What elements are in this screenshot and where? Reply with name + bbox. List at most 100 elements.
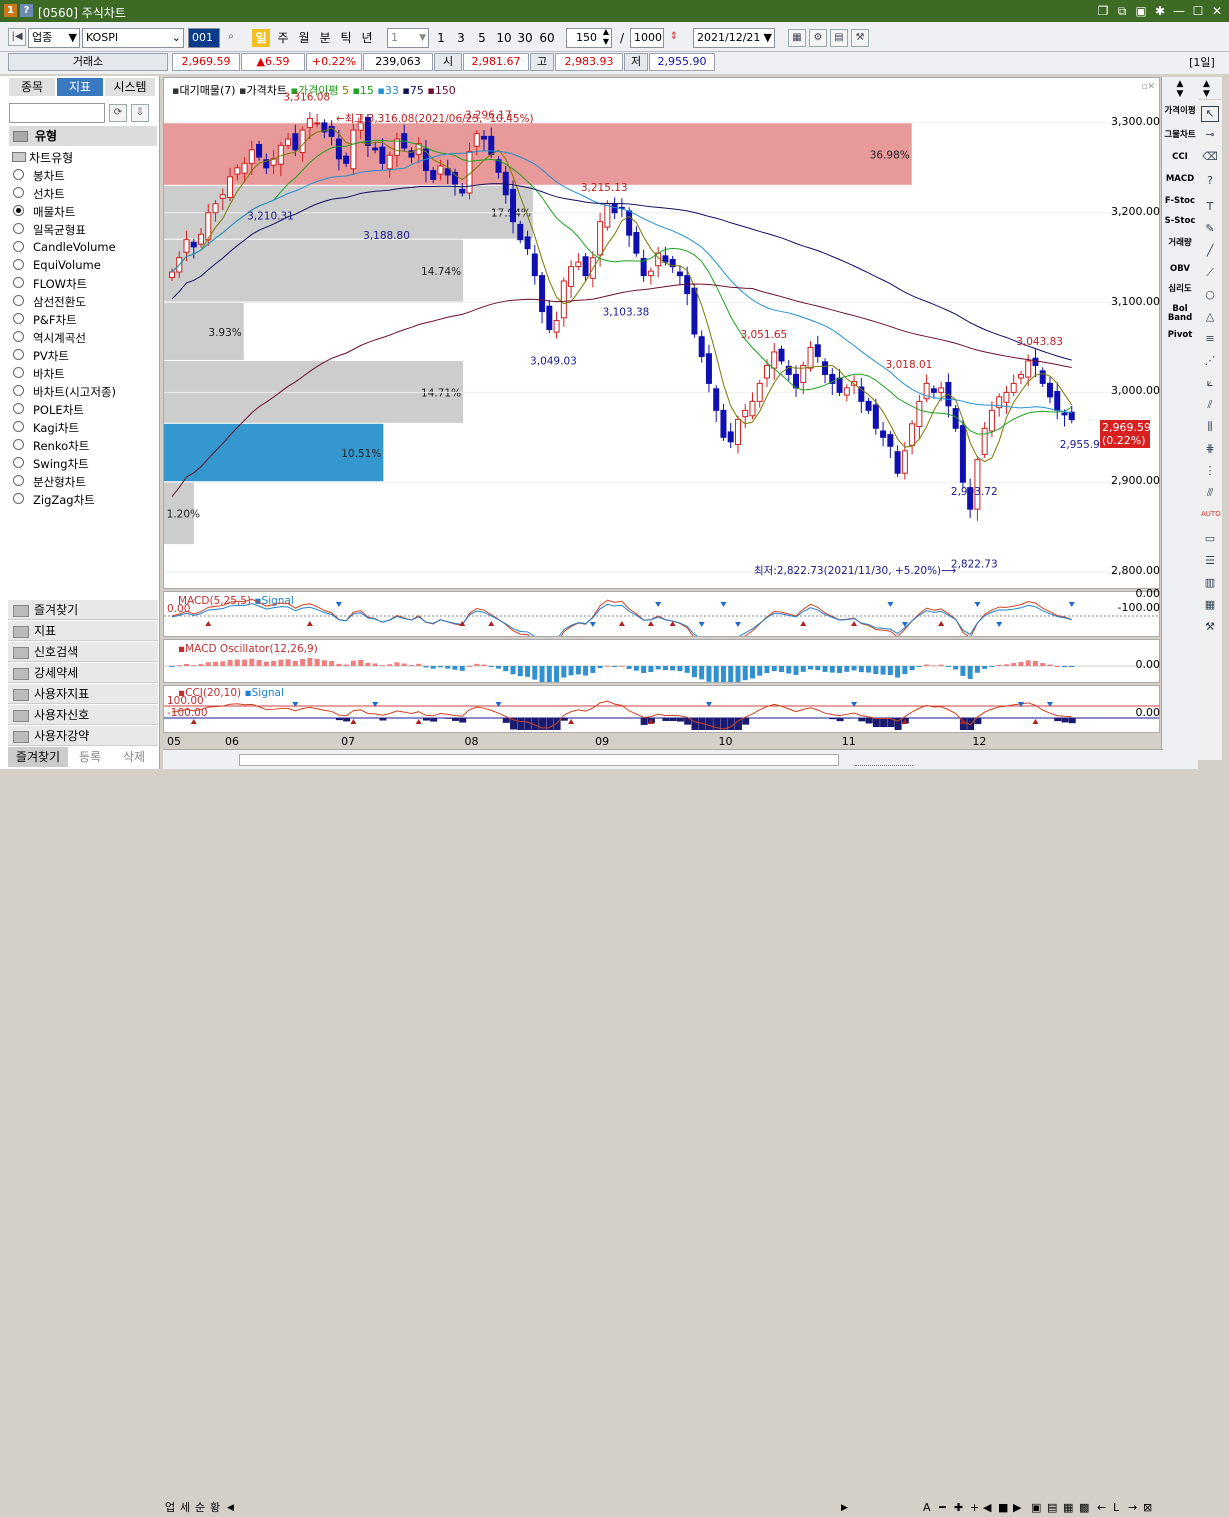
chart-type-option[interactable]: Swing차트 — [33, 456, 89, 472]
radio-icon[interactable] — [13, 367, 24, 378]
max-count-input[interactable]: 1000 — [630, 28, 664, 48]
list-icon[interactable]: ☰ — [1201, 554, 1219, 570]
next-icon[interactable]: ▶ — [1013, 1499, 1021, 1517]
search-icon[interactable]: ⌕ — [222, 29, 240, 47]
maximize-icon[interactable]: ☐ — [1190, 3, 1206, 19]
auto-icon[interactable]: AUTO — [1201, 510, 1219, 526]
radio-icon[interactable] — [13, 169, 24, 180]
radio-icon[interactable] — [13, 205, 24, 216]
indicator-tool-button[interactable]: 거래량 — [1164, 239, 1196, 248]
group-chart-type[interactable]: 차트유형 — [12, 149, 73, 166]
radio-icon[interactable] — [13, 187, 24, 198]
indicator-tool-button[interactable]: OBV — [1164, 265, 1196, 274]
radio-icon[interactable] — [13, 493, 24, 504]
channel-icon[interactable]: ≡ — [1201, 332, 1219, 348]
chart-type-option[interactable]: 선차트 — [33, 186, 65, 202]
close-icon[interactable]: ✕ — [1209, 3, 1225, 19]
chart-type-option[interactable]: FLOW차트 — [33, 276, 87, 292]
scroll-left-icon[interactable]: ◀ — [227, 1499, 234, 1517]
period-minute[interactable]: 분 — [316, 29, 334, 47]
help-icon[interactable]: ? — [20, 4, 33, 17]
group-user-indicators[interactable]: 사용자지표 — [8, 684, 158, 704]
cycle-icon[interactable]: ⫼ — [1201, 420, 1219, 436]
count-stepper[interactable]: 150▲▼ — [566, 28, 612, 48]
ray-icon[interactable]: ⟋ — [1201, 266, 1219, 282]
radio-icon[interactable] — [13, 385, 24, 396]
group-user-signals[interactable]: 사용자신호 — [8, 705, 158, 725]
text-icon[interactable]: T — [1201, 200, 1219, 216]
save-icon[interactable]: ▣ — [1133, 3, 1149, 19]
andrews-icon[interactable]: ⫻ — [1201, 486, 1219, 502]
refresh-icon[interactable]: ⟳ — [109, 104, 127, 122]
group-user-strength[interactable]: 사용자강약 — [8, 726, 158, 746]
unit-30[interactable]: 30 — [515, 29, 535, 47]
indicator-tool-button[interactable]: 심리도 — [1164, 285, 1196, 294]
unit-5[interactable]: 5 — [475, 29, 489, 47]
unit-10[interactable]: 10 — [494, 29, 514, 47]
group-strength[interactable]: 강세약세 — [8, 663, 158, 683]
prev-icon[interactable]: ◀ — [983, 1499, 991, 1517]
scroll-up-icon[interactable]: ▲ — [1164, 80, 1196, 89]
period-tick[interactable]: 틱 — [337, 29, 355, 47]
window-number-icon[interactable]: 1 — [4, 4, 17, 17]
export-icon[interactable]: ▤ — [1047, 1499, 1057, 1517]
magnet-icon[interactable]: ⊸ — [1201, 128, 1219, 144]
horizontal-scrollbar[interactable] — [239, 754, 839, 766]
radio-icon[interactable] — [13, 277, 24, 288]
chart-type-option[interactable]: POLE차트 — [33, 402, 84, 418]
last-icon[interactable]: L — [1113, 1499, 1119, 1517]
radio-icon[interactable] — [13, 403, 24, 414]
delete-button[interactable]: 삭제 — [114, 747, 154, 767]
section-type[interactable]: 유형 — [9, 126, 157, 146]
add-icon[interactable]: + — [970, 1499, 979, 1517]
indicator-tool-button[interactable]: 그물차트 — [1164, 131, 1196, 140]
speed-icon[interactable]: ⋮ — [1201, 464, 1219, 480]
cursor-icon[interactable]: ↖ — [1201, 106, 1219, 122]
radio-icon[interactable] — [13, 241, 24, 252]
chart-type-option[interactable]: PV차트 — [33, 348, 69, 364]
scroll-right-icon[interactable]: ▶ — [841, 1499, 848, 1517]
chart-type-option[interactable]: 역시계곡선 — [33, 330, 86, 346]
bottom-tab-3[interactable]: 황 — [210, 1499, 224, 1517]
forward-icon[interactable]: → — [1128, 1499, 1137, 1517]
unit-3[interactable]: 3 — [454, 29, 468, 47]
period-month[interactable]: 월 — [295, 29, 313, 47]
code-input[interactable]: 001 — [188, 28, 220, 48]
indicator-tool-button[interactable]: Pivot — [1164, 331, 1196, 340]
grid-icon[interactable]: ▩ — [1079, 1499, 1089, 1517]
radio-icon[interactable] — [13, 457, 24, 468]
reset-icon[interactable]: ⊠ — [1143, 1499, 1152, 1517]
fan-icon[interactable]: ⟀ — [1201, 376, 1219, 392]
fibo-icon[interactable]: ⫽ — [1201, 398, 1219, 414]
font-size-label[interactable]: A — [923, 1499, 931, 1517]
back-icon[interactable]: |◀ — [8, 28, 26, 46]
date-picker[interactable]: 2021/12/21▼ — [693, 28, 775, 48]
chart-type-option[interactable]: ZigZag차트 — [33, 492, 95, 508]
chart-type-option[interactable]: EquiVolume — [33, 258, 101, 272]
symbol-select[interactable]: KOSPI⌄ — [82, 28, 184, 48]
line-icon[interactable]: ╱ — [1201, 244, 1219, 260]
table-icon[interactable]: ▦ — [1201, 598, 1219, 614]
chart-type-option[interactable]: P&F차트 — [33, 312, 77, 328]
tab-stocks[interactable]: 종목 — [9, 78, 55, 96]
help-icon[interactable]: ? — [1201, 174, 1219, 190]
save-icon[interactable]: ▣ — [1031, 1499, 1041, 1517]
chevron-down-icon[interactable]: ▼ — [1203, 89, 1210, 99]
scroll-arrows-icon[interactable]: ⇕ — [665, 29, 683, 47]
chevron-up-icon[interactable]: ▲ — [1203, 79, 1210, 89]
period-day[interactable]: 일 — [252, 29, 270, 47]
download-icon[interactable]: ⇩ — [131, 104, 149, 122]
zoom-in-icon[interactable]: ✚ — [954, 1499, 963, 1517]
register-button[interactable]: 등록 — [70, 747, 110, 767]
stop-icon[interactable]: ■ — [998, 1499, 1008, 1517]
main-chart-panel[interactable]: ▪대기매물(7) ▪가격차트 ▪가격이평 5 ▪15 ▪33 ▪75 ▪150 … — [163, 77, 1160, 589]
radio-icon[interactable] — [13, 223, 24, 234]
gear-icon[interactable]: ⚙ — [809, 29, 827, 47]
period-week[interactable]: 주 — [274, 29, 292, 47]
chart-type-option[interactable]: 바차트(시고저종) — [33, 384, 116, 400]
radio-icon[interactable] — [13, 421, 24, 432]
unit-1[interactable]: 1 — [434, 29, 448, 47]
indicator-tool-button[interactable]: MACD — [1164, 175, 1196, 184]
indicator-tool-button[interactable]: 가격이평 — [1164, 107, 1196, 116]
group-favorites[interactable]: 즐겨찾기 — [8, 600, 158, 620]
